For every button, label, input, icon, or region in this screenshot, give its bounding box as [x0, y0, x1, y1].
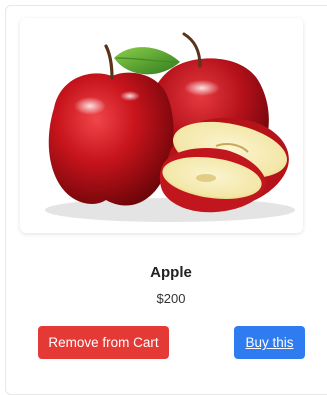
- product-image: [20, 18, 303, 233]
- apple-image: [45, 32, 295, 222]
- product-price: $200: [156, 291, 186, 306]
- buy-this-button[interactable]: Buy this: [234, 326, 305, 359]
- product-card: Apple $200 Remove from Cart Buy this: [5, 5, 327, 395]
- remove-from-cart-button[interactable]: Remove from Cart: [38, 326, 169, 359]
- product-title: Apple: [150, 264, 192, 281]
